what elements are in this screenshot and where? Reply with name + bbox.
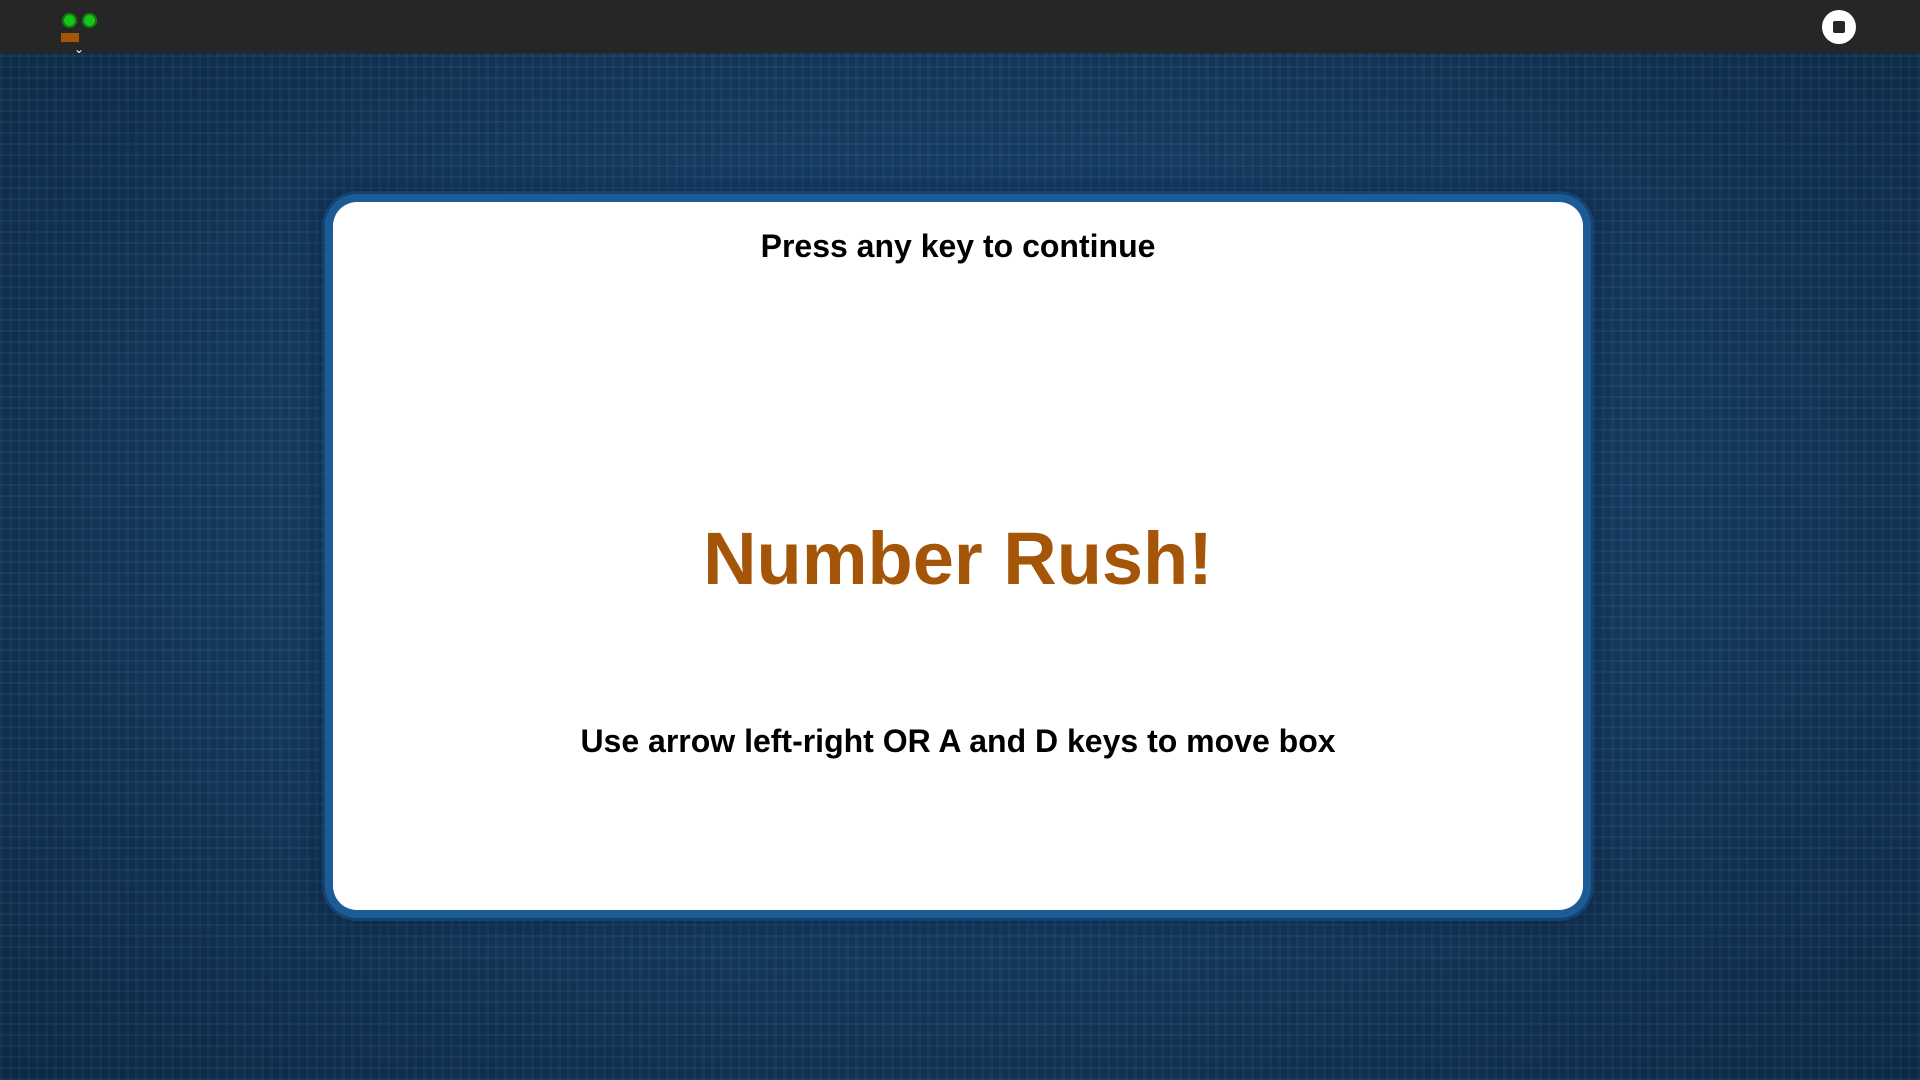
controls-instructions: Use arrow left-right OR A and D keys to … <box>580 723 1336 759</box>
game-stage[interactable]: Press any key to continue Number Rush! U… <box>0 53 1920 1080</box>
stop-icon <box>1833 21 1845 33</box>
game-title: Number Rush! <box>703 517 1213 600</box>
press-key-prompt: Press any key to continue <box>760 228 1156 264</box>
logo-right-eye <box>82 13 97 28</box>
title-screen-card: Press any key to continue Number Rush! U… <box>333 202 1583 910</box>
robot-face-icon[interactable]: ⌄ <box>60 10 102 56</box>
top-toolbar: ⌄ <box>0 0 1920 56</box>
logo-mouth <box>61 33 79 42</box>
logo-left-eye <box>62 13 77 28</box>
stop-button[interactable] <box>1822 10 1856 44</box>
